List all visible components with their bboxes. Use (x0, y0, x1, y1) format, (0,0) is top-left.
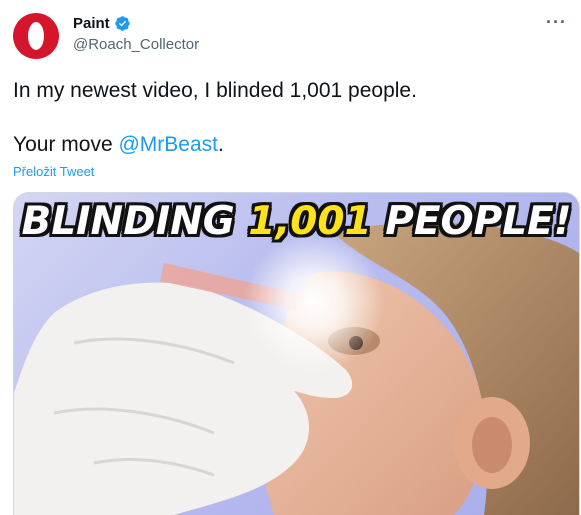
tweet-line-2-suffix: . (217, 133, 224, 156)
tweet-media-image[interactable]: BLINDING 1,001 PEOPLE! (13, 192, 580, 515)
more-icon[interactable]: ··· (546, 12, 567, 33)
verified-badge-icon (114, 16, 130, 31)
banner-highlight: 1,001 (248, 199, 372, 244)
banner-part-1: BLINDING (21, 199, 249, 244)
tweet-line-2: Your move @MrBeast. (13, 132, 568, 158)
author-name-row: Paint (73, 15, 131, 32)
author-handle[interactable]: @Roach_Collector (73, 36, 199, 53)
display-name[interactable]: Paint (73, 15, 110, 32)
light-glow (244, 233, 384, 373)
tweet-line-1: In my newest video, I blinded 1,001 peop… (13, 79, 417, 102)
tweet-line-2-prefix: Your move (13, 133, 119, 156)
mention-link[interactable]: @MrBeast (118, 133, 218, 156)
avatar[interactable] (13, 13, 59, 59)
thumbnail-banner: BLINDING 1,001 PEOPLE! (14, 199, 579, 244)
banner-part-2: PEOPLE! (371, 199, 572, 244)
translate-tweet-link[interactable]: Přeložit Tweet (13, 164, 94, 179)
tweet-text: In my newest video, I blinded 1,001 peop… (13, 78, 568, 158)
